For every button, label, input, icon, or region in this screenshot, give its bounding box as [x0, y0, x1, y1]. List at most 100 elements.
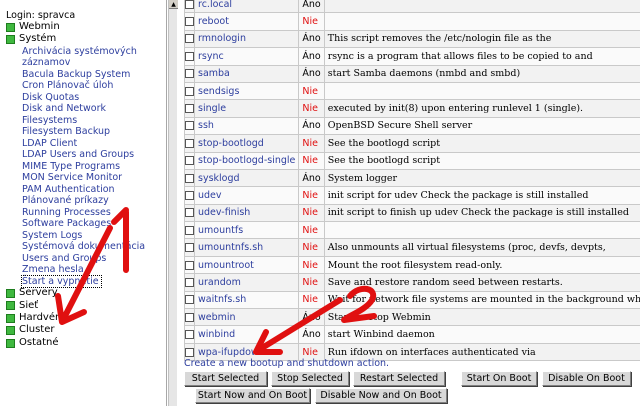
row-checkbox[interactable]	[185, 34, 194, 44]
service-name-link[interactable]: winbind	[193, 325, 300, 344]
row-checkbox[interactable]	[185, 330, 194, 340]
row-checkbox[interactable]	[185, 225, 194, 235]
category-square-icon	[6, 35, 15, 45]
sidebar-item-start-a-vypnutie[interactable]: Štart a vypnutie	[21, 274, 102, 289]
sidebar-item-filesystem-backup[interactable]: Filesystem Backup	[6, 126, 164, 138]
disable-now-and-on-boot-button[interactable]: Disable Now and On Boot	[315, 388, 447, 403]
create-action-link[interactable]: Create a new bootup and shutdown action.	[184, 358, 389, 369]
service-description-cell: start Winbind daemon	[323, 325, 640, 344]
sidebar-item-planovane-prikazy[interactable]: Plánované príkazy	[6, 195, 164, 207]
row-checkbox[interactable]	[185, 86, 194, 96]
service-description-cell	[323, 81, 640, 101]
restart-selected-button[interactable]: Restart Selected	[353, 371, 445, 386]
table-row: waitnfs.sh Nie Wait for network file syste…	[184, 290, 640, 310]
sidebar-category-ostatne[interactable]: Ostatné	[6, 337, 164, 349]
sidebar-item-bacula-backup-system[interactable]: Bacula Backup System	[6, 69, 164, 81]
service-description-cell: Mount the root filesystem read-only.	[323, 255, 640, 275]
row-checkbox[interactable]	[185, 277, 194, 287]
category-label: Sieť	[19, 299, 39, 311]
row-checkbox[interactable]	[185, 121, 194, 131]
start-at-boot-cell: Nie	[298, 151, 325, 170]
service-name-link[interactable]: rc.local	[193, 0, 300, 14]
service-name-link[interactable]: rmnologin	[193, 29, 300, 49]
sidebar-item-systemova-dokumentacia[interactable]: Systémová dokumentácia	[6, 241, 164, 253]
row-checkbox[interactable]	[185, 243, 194, 253]
service-name-link[interactable]: samba	[193, 64, 300, 83]
start-now-and-on-boot-button[interactable]: Start Now and On Boot	[195, 388, 310, 403]
sidebar-category-hardver[interactable]: Hardvér	[6, 312, 164, 324]
row-checkbox[interactable]	[185, 208, 194, 218]
sidebar-item-filesystems[interactable]: Filesystems	[6, 115, 164, 127]
row-checkbox[interactable]	[185, 190, 194, 200]
sidebar-item-running-processes[interactable]: Running Processes	[6, 207, 164, 219]
login-label: Login: spravca	[6, 10, 76, 21]
sidebar-item-zaznamov[interactable]: záznamov	[6, 57, 164, 69]
stop-selected-button[interactable]: Stop Selected	[271, 371, 349, 386]
sidebar-category-siet[interactable]: Sieť	[6, 300, 164, 312]
row-checkbox-cell	[184, 290, 195, 310]
row-checkbox[interactable]	[185, 17, 194, 27]
sidebar-item-disk-quotas[interactable]: Disk Quotas	[6, 92, 164, 104]
sidebar-item-software-packages[interactable]: Software Packages	[6, 218, 164, 230]
service-name-link[interactable]: ssh	[193, 116, 300, 136]
sidebar-item-mon-service-monitor[interactable]: MON Service Monitor	[6, 172, 164, 184]
category-square-icon	[6, 288, 15, 298]
row-checkbox[interactable]	[185, 51, 194, 61]
service-name-link[interactable]: stop-bootlogd-single	[193, 151, 300, 170]
row-checkbox[interactable]	[185, 173, 194, 183]
sidebar-category-system[interactable]: Systém	[6, 33, 164, 45]
sidebar-item-disk-and-network[interactable]: Disk and Network	[6, 103, 164, 115]
sidebar-item-pam-authentication[interactable]: PAM Authentication	[6, 184, 164, 196]
service-name-link[interactable]: stop-bootlogd	[193, 134, 300, 153]
sidebar-category-webmin[interactable]: Webmin	[6, 21, 164, 33]
service-name-link[interactable]: single	[193, 99, 300, 118]
service-name-link[interactable]: umountroot	[193, 255, 300, 275]
vertical-scrollbar[interactable]: ▲	[168, 0, 178, 406]
service-name-link[interactable]: umountfs	[193, 221, 300, 240]
start-at-boot-cell: Áno	[298, 116, 325, 136]
sidebar-item-ldap-client[interactable]: LDAP Client	[6, 138, 164, 150]
sidebar-item-cron-planovac-uloh[interactable]: Cron Plánovač úloh	[6, 80, 164, 92]
row-checkbox[interactable]	[185, 104, 194, 114]
row-checkbox[interactable]	[185, 295, 194, 305]
table-row: rc.local Áno	[184, 0, 640, 14]
sidebar-category-servery[interactable]: Servery	[6, 287, 164, 299]
service-name-link[interactable]: urandom	[193, 273, 300, 292]
row-checkbox-cell	[184, 168, 195, 188]
row-checkbox[interactable]	[185, 312, 194, 322]
sidebar-item-zmena-hesla[interactable]: Zmena hesla	[6, 264, 164, 276]
sidebar-category-cluster[interactable]: Cluster	[6, 324, 164, 336]
sidebar-item-archivacia-systemovych[interactable]: Archivácia systémových	[6, 46, 164, 58]
service-name-link[interactable]: udev-finish	[193, 203, 300, 223]
row-checkbox[interactable]	[185, 138, 194, 148]
service-name-link[interactable]: webmin	[193, 308, 300, 327]
row-checkbox[interactable]	[185, 0, 194, 9]
service-name-link[interactable]: sendsigs	[193, 81, 300, 101]
row-checkbox[interactable]	[185, 156, 194, 166]
table-row: sysklogd Áno System logger	[184, 168, 640, 188]
service-name-link[interactable]: reboot	[193, 12, 300, 31]
disable-on-boot-button[interactable]: Disable On Boot	[542, 371, 631, 386]
start-at-boot-cell: Nie	[298, 273, 325, 292]
service-name-link[interactable]: rsync	[193, 47, 300, 66]
row-checkbox[interactable]	[185, 69, 194, 79]
scroll-up-arrow-icon[interactable]: ▲	[169, 0, 178, 9]
start-on-boot-button[interactable]: Start On Boot	[461, 371, 537, 386]
table-row: single Nie executed by init(8) upon enteri…	[184, 99, 640, 118]
row-checkbox[interactable]	[185, 347, 194, 357]
service-name-link[interactable]: umountnfs.sh	[193, 238, 300, 257]
row-checkbox-cell	[184, 64, 195, 83]
start-at-boot-cell: Áno	[298, 308, 325, 327]
sidebar-item-mime-type-programs[interactable]: MIME Type Programs	[6, 161, 164, 173]
sidebar-item-users-and-groups[interactable]: Users and Groups	[6, 253, 164, 265]
start-at-boot-cell: Áno	[298, 0, 325, 14]
row-checkbox-cell	[184, 29, 195, 49]
row-checkbox[interactable]	[185, 260, 194, 270]
start-at-boot-cell: Nie	[298, 238, 325, 257]
service-name-link[interactable]: waitnfs.sh	[193, 290, 300, 310]
service-name-link[interactable]: udev	[193, 186, 300, 205]
sidebar-item-ldap-users-and-groups[interactable]: LDAP Users and Groups	[6, 149, 164, 161]
sidebar-item-system-logs[interactable]: System Logs	[6, 230, 164, 242]
service-name-link[interactable]: sysklogd	[193, 168, 300, 188]
start-selected-button[interactable]: Start Selected	[184, 371, 267, 386]
